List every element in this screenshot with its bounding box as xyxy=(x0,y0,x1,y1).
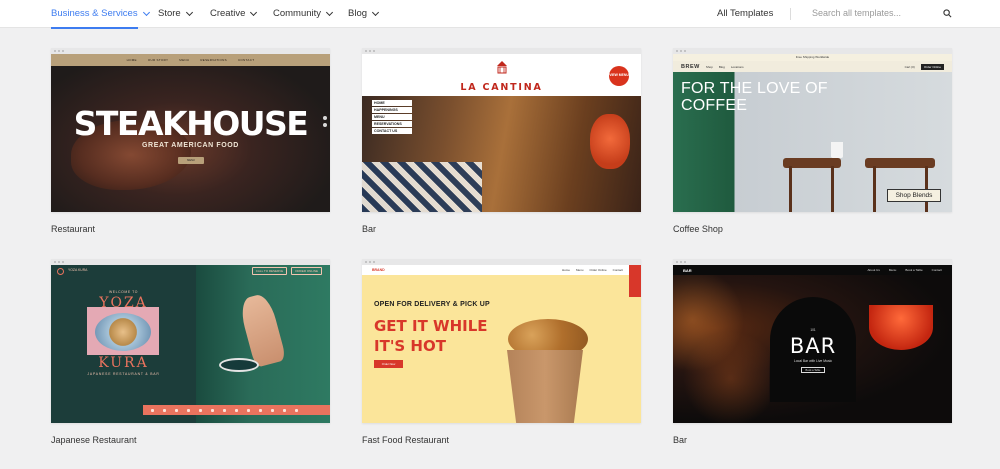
search-input[interactable] xyxy=(812,8,932,18)
template-category[interactable]: Japanese Restaurant xyxy=(51,435,137,445)
nav-blog[interactable]: Blog xyxy=(348,8,380,19)
template-category[interactable]: Restaurant xyxy=(51,224,95,234)
template-card-fast-food-restaurant[interactable]: BRAND Home Menu Order Online Contact OPE… xyxy=(362,259,641,445)
all-templates-link[interactable]: All Templates xyxy=(717,8,773,19)
preview-title: KURA xyxy=(98,355,149,371)
preview-title: BAR xyxy=(789,334,837,358)
arch-panel: 101 BAR Local Bar with Live Music Book a… xyxy=(770,297,856,402)
template-preview: YOZA KURA CALL TO RESERVE ORDER ONLINE W… xyxy=(51,265,330,423)
preview-button: MENU xyxy=(178,157,204,164)
template-category[interactable]: Fast Food Restaurant xyxy=(362,435,449,445)
active-tab-indicator xyxy=(51,27,138,29)
template-category[interactable]: Bar xyxy=(673,435,687,445)
yoza-logo-icon xyxy=(57,267,64,275)
cocktail-image xyxy=(869,305,933,350)
template-card-bar[interactable]: BAR About Us Menu Book a Table Contact 1… xyxy=(673,259,952,445)
template-thumbnail[interactable]: HOME OUR STORY MENU RESERVATIONS CONTACT… xyxy=(51,48,330,212)
preview-footer-icons xyxy=(143,405,330,415)
template-preview: BRAND Home Menu Order Online Contact OPE… xyxy=(362,265,641,423)
preview-menu: YOZA KURA CALL TO RESERVE ORDER ONLINE xyxy=(51,265,330,277)
browser-chrome xyxy=(362,259,641,265)
preview-menu: BAR About Us Menu Book a Table Contact xyxy=(673,265,952,275)
top-navigation: Business & Services Store Creative Commu… xyxy=(0,0,1000,29)
template-thumbnail[interactable]: LA CANTINA VIEW MENU HOME HAPPENINGS MEN… xyxy=(362,48,641,212)
preview-menu: HOME OUR STORY MENU RESERVATIONS CONTACT xyxy=(51,54,330,66)
browser-chrome xyxy=(51,48,330,54)
preview-welcome: WELCOME TO xyxy=(108,290,139,294)
bar-lights-image xyxy=(673,275,769,423)
preview-subtitle: Local Bar with Live Music xyxy=(793,359,833,363)
view-menu-badge: VIEW MENU xyxy=(609,66,629,86)
nav-store[interactable]: Store xyxy=(158,8,193,19)
search-icon[interactable] xyxy=(943,9,952,18)
divider xyxy=(790,8,791,20)
preview-subtitle: JAPANESE RESTAURANT & BAR xyxy=(87,372,160,376)
preview-menu: HOME HAPPENINGS MENU RESERVATIONS CONTAC… xyxy=(372,100,412,135)
template-preview: BAR About Us Menu Book a Table Contact 1… xyxy=(673,265,952,423)
sushi-plate-image xyxy=(95,313,151,351)
template-category[interactable]: Coffee Shop xyxy=(673,224,723,234)
browser-chrome xyxy=(51,259,330,265)
tiles-pattern xyxy=(362,162,482,212)
slider-dots xyxy=(323,116,328,130)
preview-menu: BREW Shop Blog Locations Cart (0) Order … xyxy=(673,61,952,72)
template-card-bar[interactable]: LA CANTINA VIEW MENU HOME HAPPENINGS MEN… xyxy=(362,48,641,234)
paper-cup-image xyxy=(507,350,583,423)
template-preview: HOME OUR STORY MENU RESERVATIONS CONTACT… xyxy=(51,54,330,212)
preview-button: Shop Blends xyxy=(887,189,941,202)
nav-creative[interactable]: Creative xyxy=(210,8,258,19)
template-thumbnail[interactable]: BAR About Us Menu Book a Table Contact 1… xyxy=(673,259,952,423)
nav-label: Creative xyxy=(210,8,246,19)
template-thumbnail[interactable]: Free Shipping Worldwide BREW Shop Blog L… xyxy=(673,48,952,212)
preview-button: Order Now xyxy=(374,360,403,368)
chevron-down-icon xyxy=(185,8,193,16)
preview-headline: GET IT WHILE IT'S HOT xyxy=(374,317,488,355)
preview-menu: BRAND Home Menu Order Online Contact xyxy=(362,265,641,275)
nav-business-services[interactable]: Business & Services xyxy=(51,8,150,19)
nav-label: Community xyxy=(273,8,322,19)
preview-title: LA CANTINA xyxy=(460,82,543,93)
template-card-japanese-restaurant[interactable]: YOZA KURA CALL TO RESERVE ORDER ONLINE W… xyxy=(51,259,330,445)
shipping-banner: Free Shipping Worldwide xyxy=(673,54,952,61)
cantina-logo-icon xyxy=(497,61,507,74)
nav-label: Blog xyxy=(348,8,368,19)
template-thumbnail[interactable]: YOZA KURA CALL TO RESERVE ORDER ONLINE W… xyxy=(51,259,330,423)
preview-title: STEAKHOUSE xyxy=(73,104,309,143)
template-card-restaurant[interactable]: HOME OUR STORY MENU RESERVATIONS CONTACT… xyxy=(51,48,330,234)
chevron-down-icon xyxy=(250,8,258,16)
cup-image xyxy=(831,142,843,158)
nav-label: Store xyxy=(158,8,181,19)
template-card-coffee-shop[interactable]: Free Shipping Worldwide BREW Shop Blog L… xyxy=(673,48,952,234)
preview-pretitle: OPEN FOR DELIVERY & PICK UP xyxy=(374,301,490,308)
template-thumbnail[interactable]: BRAND Home Menu Order Online Contact OPE… xyxy=(362,259,641,423)
preview-button: Book a Table xyxy=(801,367,825,373)
template-preview: Free Shipping Worldwide BREW Shop Blog L… xyxy=(673,54,952,212)
nav-community[interactable]: Community xyxy=(273,8,334,19)
template-preview: LA CANTINA VIEW MENU HOME HAPPENINGS MEN… xyxy=(362,54,641,212)
browser-chrome xyxy=(673,48,952,54)
chevron-down-icon xyxy=(371,8,380,16)
template-category[interactable]: Bar xyxy=(362,224,376,234)
preview-headline: FOR THE LOVE OF COFFEE xyxy=(681,80,828,114)
nav-label: Business & Services xyxy=(51,8,138,19)
side-tab xyxy=(629,265,641,297)
drink-image xyxy=(590,114,630,169)
preview-subtitle: GREAT AMERICAN FOOD xyxy=(142,142,239,149)
preview-number: 101 xyxy=(810,328,816,332)
browser-chrome xyxy=(362,48,641,54)
chevron-down-icon xyxy=(326,8,334,16)
plate-image xyxy=(219,358,259,372)
chevron-down-icon xyxy=(142,8,150,16)
browser-chrome xyxy=(673,259,952,265)
